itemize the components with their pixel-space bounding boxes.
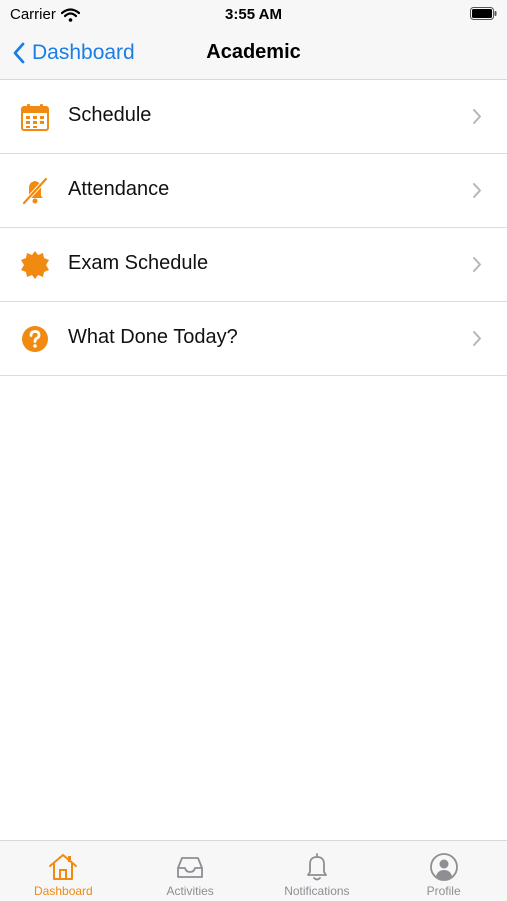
back-button[interactable]: Dashboard <box>12 38 135 68</box>
user-circle-icon <box>429 853 458 881</box>
tab-label: Dashboard <box>34 884 93 898</box>
battery-icon <box>470 7 497 20</box>
calendar-icon <box>21 104 49 131</box>
menu-item-label: Attendance <box>68 178 170 200</box>
menu-item-exam-schedule[interactable]: Exam Schedule <box>0 228 507 302</box>
inbox-icon <box>177 857 204 878</box>
tab-label: Profile <box>426 884 461 898</box>
status-time: 3:55 AM <box>225 6 282 23</box>
tab-notifications[interactable]: Notifications <box>254 841 381 901</box>
menu-item-label: Schedule <box>68 104 152 126</box>
back-button-label: Dashboard <box>32 41 135 64</box>
tab-label: Notifications <box>284 884 350 898</box>
menu-item-label: What Done Today? <box>68 326 238 348</box>
bell-slash-icon <box>22 177 48 205</box>
chevron-left-icon <box>13 42 25 64</box>
bell-icon <box>306 853 327 881</box>
menu-item-label: Exam Schedule <box>68 252 209 274</box>
tab-bar: Dashboard Activities Notifications Profi… <box>0 840 507 901</box>
tab-profile[interactable]: Profile <box>380 841 507 901</box>
tab-activities[interactable]: Activities <box>127 841 254 901</box>
chevron-right-icon <box>473 109 481 124</box>
chevron-right-icon <box>473 257 481 272</box>
question-circle-icon <box>22 326 48 352</box>
badge-icon <box>21 251 49 279</box>
menu-item-attendance[interactable]: Attendance <box>0 154 507 228</box>
status-bar: Carrier 3:55 AM <box>0 0 507 28</box>
tab-label: Activities <box>166 884 214 898</box>
chevron-right-icon <box>473 183 481 198</box>
home-icon <box>49 854 78 880</box>
tab-dashboard[interactable]: Dashboard <box>0 841 127 901</box>
chevron-right-icon <box>473 331 481 346</box>
menu-list: Schedule Attendance Exam Schedule What D… <box>0 80 507 376</box>
navigation-bar: Dashboard Academic <box>0 28 507 80</box>
menu-item-what-done-today[interactable]: What Done Today? <box>0 302 507 376</box>
menu-item-schedule[interactable]: Schedule <box>0 80 507 154</box>
